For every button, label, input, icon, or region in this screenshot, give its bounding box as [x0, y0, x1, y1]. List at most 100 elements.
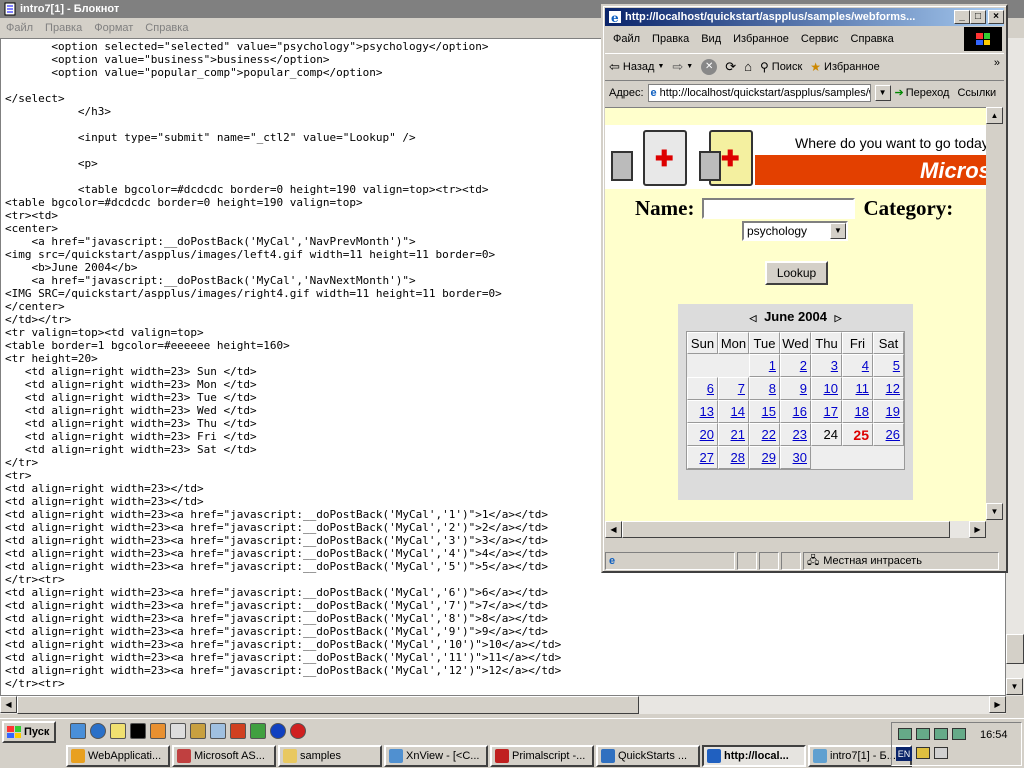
calendar-day-link[interactable]: 18 [855, 404, 869, 419]
start-button[interactable]: Пуск [2, 721, 56, 743]
command-prompt-icon[interactable] [130, 723, 146, 739]
show-desktop-icon[interactable] [70, 723, 86, 739]
ie-quicklaunch-icon[interactable] [90, 723, 106, 739]
calendar-day-link[interactable]: 26 [886, 427, 900, 442]
links-button[interactable]: Ссылки [957, 87, 996, 99]
menu-item[interactable]: Формат [88, 22, 139, 34]
scroll-up-icon[interactable]: ▲ [986, 107, 1003, 124]
task-button[interactable]: XnView - [<C... [384, 745, 488, 767]
task-button[interactable]: WebApplicati... [66, 745, 170, 767]
notepad-hscroll-thumb[interactable] [17, 696, 639, 714]
calendar-day-link[interactable]: 17 [824, 404, 838, 419]
ie-horizontal-scrollbar[interactable]: ◀ ▶ [605, 521, 986, 538]
menu-item[interactable]: Правка [39, 22, 88, 34]
help-icon[interactable] [270, 723, 286, 739]
scroll-left-icon[interactable]: ◀ [605, 521, 622, 538]
calendar-day-link[interactable]: 19 [886, 404, 900, 419]
calendar-day-link[interactable]: 2 [800, 358, 807, 373]
calendar-day-link[interactable]: 10 [824, 381, 838, 396]
home-icon[interactable]: ⌂ [744, 59, 752, 74]
outlook-icon[interactable] [110, 723, 126, 739]
calendar-day-link[interactable]: 1 [769, 358, 776, 373]
address-input[interactable]: e http://localhost/quickstart/aspplus/sa… [647, 83, 871, 102]
scroll-right-icon[interactable]: ▶ [969, 521, 986, 538]
calendar-day-link[interactable]: 13 [700, 404, 714, 419]
menu-item[interactable]: Сервис [795, 33, 845, 45]
calendar-day-link[interactable]: 20 [700, 427, 714, 442]
prev-month-icon[interactable]: ◁ [750, 313, 757, 324]
menu-item[interactable]: Справка [139, 22, 194, 34]
app-icon[interactable] [230, 723, 246, 739]
calendar-day-link[interactable]: 6 [707, 381, 714, 396]
close-icon[interactable]: × [988, 10, 1004, 24]
calendar-day-link[interactable]: 4 [862, 358, 869, 373]
network-icon[interactable] [934, 728, 948, 740]
calendar-day-link[interactable]: 9 [800, 381, 807, 396]
calendar-day-link[interactable]: 23 [793, 427, 807, 442]
ie-title-bar[interactable]: e http://localhost/quickstart/aspplus/sa… [605, 8, 1004, 26]
menu-item[interactable]: Файл [0, 22, 39, 34]
calendar-day-link[interactable]: 14 [731, 404, 745, 419]
toolbar-overflow-icon[interactable]: » [994, 57, 1000, 69]
scroll-down-icon[interactable]: ▼ [1006, 678, 1023, 695]
menu-item[interactable]: Вид [695, 33, 727, 45]
back-button[interactable]: ⇦ Назад ▼ [609, 59, 664, 75]
category-select[interactable]: psychology ▼ [742, 221, 848, 241]
network-icon[interactable] [916, 728, 930, 740]
ie-vertical-scrollbar[interactable]: ▲ ▼ [986, 107, 1004, 521]
minimize-icon[interactable]: _ [954, 10, 970, 24]
favorites-button[interactable]: ★ Избранное [810, 60, 880, 74]
folder-icon[interactable] [190, 723, 206, 739]
name-input[interactable] [702, 198, 856, 219]
app-icon[interactable] [150, 723, 166, 739]
refresh-icon[interactable]: ⟳ [725, 59, 736, 75]
notepad-horizontal-scrollbar[interactable]: ◀ ▶ [0, 696, 1006, 714]
menu-item[interactable]: Файл [607, 33, 646, 45]
task-button[interactable]: QuickStarts ... [596, 745, 700, 767]
task-button[interactable]: Primalscript -... [490, 745, 594, 767]
calendar-day-link[interactable]: 12 [886, 381, 900, 396]
network-icon[interactable] [898, 728, 912, 740]
menu-item[interactable]: Избранное [727, 33, 795, 45]
calendar-day-link[interactable]: 5 [893, 358, 900, 373]
app-icon[interactable] [170, 723, 186, 739]
chevron-down-icon[interactable]: ▼ [830, 223, 846, 239]
calendar-day-link[interactable]: 30 [793, 450, 807, 465]
calendar-day-link[interactable]: 7 [738, 381, 745, 396]
language-indicator[interactable]: EN [896, 747, 912, 761]
calendar-day-link[interactable]: 15 [762, 404, 776, 419]
calendar-day-link[interactable]: 8 [769, 381, 776, 396]
calendar-day-link[interactable]: 21 [731, 427, 745, 442]
next-month-icon[interactable]: ▷ [835, 313, 842, 324]
app-icon[interactable] [290, 723, 306, 739]
calendar-day-link[interactable]: 22 [762, 427, 776, 442]
clock[interactable]: 16:54 [980, 729, 1008, 741]
calendar-today[interactable]: 25 [842, 423, 873, 446]
calendar-day-link[interactable]: 16 [793, 404, 807, 419]
notepad-vscroll-thumb[interactable] [1006, 634, 1024, 664]
calendar-day-link[interactable]: 28 [731, 450, 745, 465]
menu-item[interactable]: Справка [845, 33, 900, 45]
tray-app-icon[interactable] [934, 747, 948, 759]
task-button[interactable]: http://local... [702, 745, 806, 767]
forward-button[interactable]: ⇨ ▼ [672, 59, 693, 75]
network-icon[interactable] [952, 728, 966, 740]
scroll-right-icon[interactable]: ▶ [989, 696, 1006, 713]
scroll-down-icon[interactable]: ▼ [986, 503, 1003, 520]
app-icon[interactable] [210, 723, 226, 739]
menu-item[interactable]: Правка [646, 33, 695, 45]
calendar-day-link[interactable]: 29 [762, 450, 776, 465]
address-dropdown-icon[interactable]: ▼ [874, 84, 891, 101]
scroll-left-icon[interactable]: ◀ [0, 696, 17, 713]
task-button[interactable]: Microsoft AS... [172, 745, 276, 767]
calendar-day-link[interactable]: 11 [856, 381, 870, 396]
search-button[interactable]: ⚲ Поиск [760, 60, 802, 74]
ie-hscroll-thumb[interactable] [622, 521, 950, 538]
tray-app-icon[interactable] [916, 747, 930, 759]
calendar-day-link[interactable]: 3 [831, 358, 838, 373]
maximize-icon[interactable]: □ [970, 10, 986, 24]
task-button[interactable]: samples [278, 745, 382, 767]
calendar-day-link[interactable]: 27 [700, 450, 714, 465]
stop-icon[interactable]: ✕ [701, 58, 718, 75]
notepad-vertical-scrollbar[interactable]: ▼ [1006, 38, 1024, 696]
